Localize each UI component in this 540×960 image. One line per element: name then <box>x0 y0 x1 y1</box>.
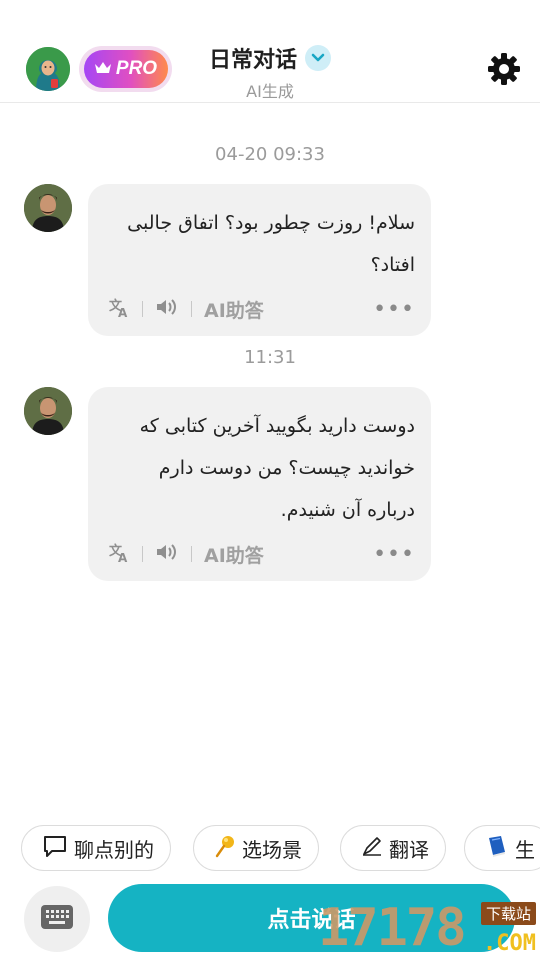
chip-chat-other[interactable]: 聊点别的 <box>21 825 171 871</box>
watermark-domain: .COM <box>483 931 536 956</box>
conversation-title-area[interactable]: 日常对话 AI生成 <box>200 42 340 102</box>
toolbar-divider <box>142 546 143 562</box>
bot-avatar[interactable] <box>24 387 72 435</box>
page-subtitle: AI生成 <box>246 82 294 101</box>
message-bubble[interactable]: سلام! روزت چطور بود؟ اتفاق جالبی افتاد؟ … <box>88 184 431 336</box>
speaker-icon[interactable] <box>155 542 179 567</box>
translate-icon[interactable]: 文 A <box>108 541 130 568</box>
pro-badge[interactable]: PRO <box>79 46 172 92</box>
bot-avatar[interactable] <box>24 184 72 232</box>
page-title: 日常对话 <box>208 48 297 73</box>
crown-icon <box>94 60 112 79</box>
translate-icon[interactable]: 文 A <box>108 296 130 323</box>
message-toolbar: 文 A AI助答 ••• <box>108 296 415 322</box>
message-timestamp: 04-20 09:33 <box>215 144 325 165</box>
chip-translate[interactable]: 翻译 <box>340 825 446 871</box>
message-text: دوست دارید بگویید آخرین کتابی که خواندید… <box>139 415 415 521</box>
pro-label: PRO <box>115 58 158 79</box>
book-icon <box>485 834 509 863</box>
message-bubble[interactable]: دوست دارید بگویید آخرین کتابی که خواندید… <box>88 387 431 581</box>
more-options-button[interactable]: ••• <box>373 297 415 322</box>
keyboard-icon <box>40 904 74 934</box>
message-text: سلام! روزت چطور بود؟ اتفاق جالبی افتاد؟ <box>127 212 415 276</box>
svg-text:A: A <box>118 551 128 563</box>
svg-text:A: A <box>118 306 128 318</box>
chip-label: 聊点别的 <box>74 837 154 862</box>
chip-generate[interactable]: 生 <box>464 825 540 871</box>
pen-icon <box>361 835 383 862</box>
more-options-button[interactable]: ••• <box>373 542 415 567</box>
chip-label: 翻译 <box>389 837 429 862</box>
pin-icon <box>214 834 236 863</box>
app-header: PRO 日常对话 AI生成 <box>0 0 540 103</box>
message-timestamp: 11:31 <box>244 347 296 368</box>
toolbar-divider <box>191 546 192 562</box>
watermark-number: 17178 <box>318 898 467 958</box>
message-toolbar: 文 A AI助答 ••• <box>108 541 415 567</box>
speaker-icon[interactable] <box>155 297 179 322</box>
chip-label: 选场景 <box>242 837 302 862</box>
user-avatar[interactable] <box>26 47 70 91</box>
toolbar-divider <box>191 301 192 317</box>
watermark: 17178 下载站 .COM <box>318 898 540 960</box>
ai-assist-button[interactable]: AI助答 <box>204 541 264 568</box>
gear-icon[interactable] <box>486 51 522 87</box>
keyboard-toggle-button[interactable] <box>24 886 90 952</box>
chip-label: 生 <box>515 837 535 862</box>
watermark-tag: 下载站 <box>480 902 536 925</box>
chip-select-scene[interactable]: 选场景 <box>193 825 319 871</box>
speech-bubble-icon <box>42 834 68 863</box>
toolbar-divider <box>142 301 143 317</box>
suggestion-chips: 聊点别的 选场景 翻译 生 <box>21 825 540 871</box>
ai-assist-button[interactable]: AI助答 <box>204 296 264 323</box>
chevron-down-icon[interactable] <box>305 45 331 71</box>
